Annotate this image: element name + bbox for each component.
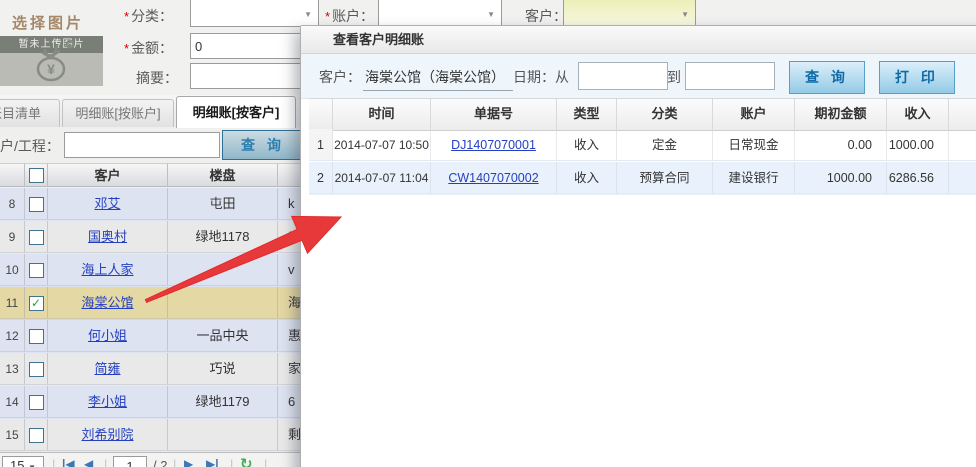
- customer-link[interactable]: 海棠公馆: [81, 295, 133, 310]
- chevron-down-icon: ▼: [304, 10, 312, 19]
- document-link[interactable]: DJ1407070001: [451, 138, 536, 152]
- dialog-title: 查看客户明细账: [301, 26, 976, 54]
- row-checkbox[interactable]: [29, 395, 44, 410]
- image-placeholder[interactable]: ¥ 暂未上传图片: [0, 36, 103, 86]
- tab-detail-by-customer[interactable]: 明细账[按客户]: [176, 96, 296, 128]
- select-all-checkbox[interactable]: [29, 168, 44, 183]
- row-checkbox[interactable]: [29, 428, 44, 443]
- total-pages-label: / 2: [153, 458, 167, 467]
- customer-label: 客户：: [525, 6, 567, 26]
- dialog-customer-value: 海棠公馆（海棠公馆）: [363, 67, 513, 91]
- row-checkbox[interactable]: [29, 329, 44, 344]
- search-label: 客户/工程：: [0, 136, 60, 156]
- row-checkbox[interactable]: [29, 230, 44, 245]
- ledger-row[interactable]: 1 2014-07-07 10:50 DJ1407070001 收入 定金 日常…: [309, 129, 976, 162]
- image-picker-title: 选择图片: [12, 12, 84, 33]
- row-checkbox[interactable]: [29, 197, 44, 212]
- refresh-icon[interactable]: ↻: [240, 455, 253, 467]
- row-number-header: [0, 163, 25, 187]
- document-link[interactable]: CW1407070002: [448, 171, 538, 185]
- ledger-num-header: [309, 99, 333, 129]
- customer-column-header: 客户: [48, 163, 168, 187]
- category-label: *分类：: [124, 6, 173, 26]
- dialog-customer-label: 客户：: [319, 67, 361, 87]
- date-from-input[interactable]: [578, 62, 668, 90]
- chevron-down-icon: ▼: [487, 10, 495, 19]
- date-to-label: 到: [667, 67, 681, 87]
- customer-detail-dialog: 查看客户明细账 客户： 海棠公馆（海棠公馆） 日期：从 到 查 询 打 印 时间…: [300, 25, 976, 467]
- account-dropdown[interactable]: ▼: [378, 0, 502, 27]
- chevron-down-icon: ▼: [28, 463, 36, 467]
- table-row[interactable]: 13 简雍 巧说 家: [0, 353, 340, 386]
- customer-search-input[interactable]: [64, 132, 220, 158]
- prev-page-icon[interactable]: ◀: [84, 457, 93, 467]
- next-page-icon[interactable]: ▶: [184, 457, 193, 467]
- customer-link[interactable]: 海上人家: [81, 262, 133, 277]
- dialog-filter-row: 客户： 海棠公馆（海棠公馆） 日期：从 到 查 询 打 印: [301, 54, 976, 99]
- ledger-row[interactable]: 2 2014-07-07 11:04 CW1407070002 收入 预算合同 …: [309, 162, 976, 195]
- customer-link[interactable]: 刘希别院: [81, 427, 133, 442]
- table-row[interactable]: 9 国奥村 绿地1178 f: [0, 221, 340, 254]
- current-page-input[interactable]: [113, 456, 147, 467]
- table-row[interactable]: 8 邓艾 屯田 k: [0, 188, 340, 221]
- customer-link[interactable]: 何小姐: [88, 328, 127, 343]
- ledger-header-row: 时间 单据号 类型 分类 账户 期初金额 收入 支出: [309, 98, 976, 131]
- table-row-selected[interactable]: 11 ✓ 海棠公馆 海: [0, 287, 340, 320]
- chevron-down-icon: ▼: [681, 10, 689, 19]
- svg-text:¥: ¥: [47, 61, 55, 77]
- table-row[interactable]: 12 何小姐 一品中央 惠: [0, 320, 340, 353]
- first-page-icon[interactable]: |◀: [62, 457, 75, 467]
- account-label: *账户：: [325, 6, 374, 26]
- dialog-print-button[interactable]: 打 印: [879, 61, 955, 94]
- search-query-button[interactable]: 查 询: [222, 130, 304, 160]
- date-from-label: 日期：从: [513, 67, 569, 87]
- required-mark: *: [124, 9, 129, 24]
- customer-link[interactable]: 简雍: [94, 361, 120, 376]
- row-checkbox[interactable]: [29, 263, 44, 278]
- page-size-select[interactable]: 15 ▼: [2, 456, 44, 467]
- customer-dropdown[interactable]: ▼: [563, 0, 696, 27]
- money-bag-icon: ¥: [26, 38, 76, 84]
- last-page-icon[interactable]: ▶|: [206, 457, 219, 467]
- app-window: 选择图片 ¥ 暂未上传图片 *分类： ▼ *账户： ▼ 客户： ▼ *金额： 摘…: [0, 0, 976, 467]
- table-row[interactable]: 14 李小姐 绿地1179 6: [0, 386, 340, 419]
- table-row[interactable]: 10 海上人家 v: [0, 254, 340, 287]
- table-row[interactable]: 15 刘希别院 剩: [0, 419, 340, 452]
- building-column-header: 楼盘: [168, 163, 278, 187]
- tab-detail-by-account[interactable]: 明细账[按账户]: [62, 99, 174, 127]
- customer-link[interactable]: 邓艾: [94, 196, 120, 211]
- summary-label: 摘要：: [136, 68, 178, 88]
- amount-label: *金额：: [124, 38, 173, 58]
- date-to-input[interactable]: [685, 62, 775, 90]
- tab-account-list[interactable]: 账目清单: [0, 99, 60, 127]
- customer-link[interactable]: 李小姐: [88, 394, 127, 409]
- dialog-query-button[interactable]: 查 询: [789, 61, 865, 94]
- row-checkbox-checked[interactable]: ✓: [29, 296, 44, 311]
- row-checkbox[interactable]: [29, 362, 44, 377]
- select-all-header: [25, 163, 48, 187]
- category-dropdown[interactable]: ▼: [190, 0, 319, 27]
- customer-link[interactable]: 国奥村: [88, 229, 127, 244]
